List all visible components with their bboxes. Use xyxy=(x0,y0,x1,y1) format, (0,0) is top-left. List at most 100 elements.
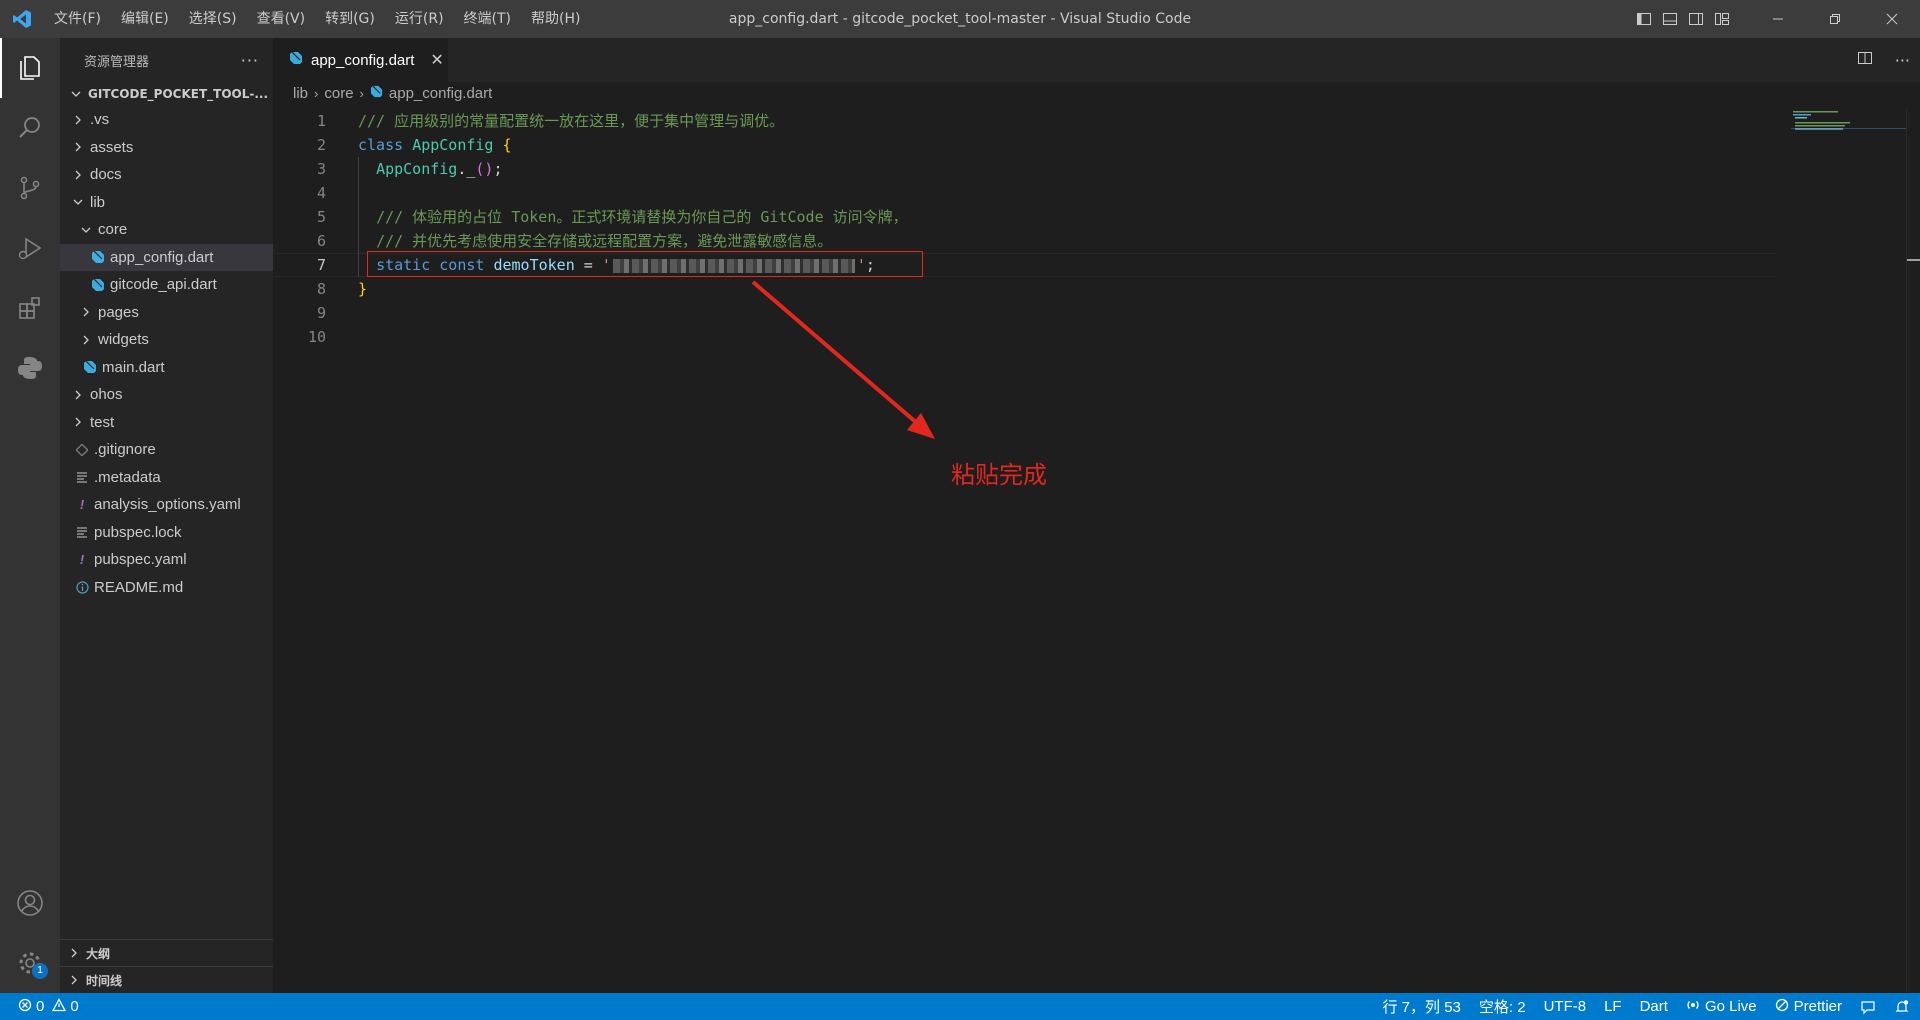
notifications-bell-icon[interactable] xyxy=(1894,999,1910,1015)
prettier-disabled-icon xyxy=(1775,998,1789,1016)
settings-update-badge: 1 xyxy=(32,963,48,979)
tree-file[interactable]: ! analysis_options.yaml xyxy=(60,491,273,519)
yaml-exclamation-icon: ! xyxy=(79,497,85,513)
end-of-line[interactable]: LF xyxy=(1604,998,1622,1015)
timeline-label: 时间线 xyxy=(86,973,123,988)
explorer-title: 资源管理器 xyxy=(84,54,150,70)
tree-file[interactable]: README.md xyxy=(60,574,273,602)
chevron-right-icon xyxy=(66,974,82,986)
go-live-button[interactable]: Go Live xyxy=(1686,998,1757,1016)
cursor-position[interactable]: 行 7，列 53 xyxy=(1383,996,1461,1017)
chevron-down-icon xyxy=(70,196,86,208)
explorer-more-actions-icon[interactable]: ··· xyxy=(241,51,259,70)
menu-item[interactable]: 编辑(E) xyxy=(111,0,179,38)
error-count: 0 xyxy=(36,998,45,1015)
text-lines-icon xyxy=(74,471,90,483)
tree-item-label: pubspec.lock xyxy=(94,523,182,541)
file-tree: .vs assets docs lib core app_config.dartgitco… xyxy=(60,106,273,601)
tree-item-label: ohos xyxy=(90,386,123,404)
dart-file-icon xyxy=(90,278,106,292)
chevron-right-icon xyxy=(78,334,94,346)
restore-icon[interactable] xyxy=(1806,0,1863,38)
chevron-right-icon xyxy=(78,306,94,318)
source-control-icon[interactable] xyxy=(0,158,60,218)
chevron-right-icon xyxy=(66,947,82,959)
tree-file[interactable]: app_config.dart xyxy=(60,243,273,271)
tree-file[interactable]: main.dart xyxy=(60,354,273,382)
tree-folder[interactable]: test xyxy=(60,409,273,437)
text-lines-icon xyxy=(74,526,90,538)
minimap[interactable] xyxy=(1791,109,1906,139)
tree-folder[interactable]: core xyxy=(60,216,273,244)
tree-folder[interactable]: assets xyxy=(60,134,273,162)
dart-file-icon xyxy=(82,360,98,374)
dart-file-icon xyxy=(90,250,106,264)
minimize-icon[interactable] xyxy=(1749,0,1806,38)
go-live-label: Go Live xyxy=(1704,998,1757,1015)
menu-item[interactable]: 运行(R) xyxy=(385,0,454,38)
tree-folder[interactable]: pages xyxy=(60,299,273,327)
tree-file[interactable]: .metadata xyxy=(60,464,273,492)
customize-layout-icon[interactable] xyxy=(1709,0,1735,38)
warning-count: 0 xyxy=(70,998,79,1015)
chevron-right-icon xyxy=(70,389,86,401)
menu-item[interactable]: 转到(G) xyxy=(315,0,385,38)
close-icon[interactable] xyxy=(1863,0,1920,38)
outline-section[interactable]: 大纲 xyxy=(60,939,273,966)
search-icon[interactable] xyxy=(0,98,60,158)
tree-folder[interactable]: .vs xyxy=(60,106,273,134)
toggle-panel-icon[interactable] xyxy=(1657,0,1683,38)
tree-item-label: .metadata xyxy=(94,468,161,486)
python-icon[interactable] xyxy=(0,338,60,398)
title-bar: 文件(F) 编辑(E) 选择(S) 查看(V) 转到(G) 运行(R) 终端(T) 帮助(H)… xyxy=(0,0,1920,38)
status-bar: 0 0 行 7，列 53 空格: 2 UTF-8 LF Dart Go Live… xyxy=(0,993,1920,1020)
workspace-folder-name: GITCODE_POCKET_TOOL-... xyxy=(88,87,269,101)
encoding[interactable]: UTF-8 xyxy=(1544,998,1587,1015)
toggle-primary-sidebar-icon[interactable] xyxy=(1631,0,1657,38)
tree-item-label: README.md xyxy=(94,578,184,596)
tree-file[interactable]: gitcode_api.dart xyxy=(60,271,273,299)
tree-folder[interactable]: docs xyxy=(60,161,273,189)
workspace-folder-header[interactable]: GITCODE_POCKET_TOOL-... xyxy=(60,82,273,106)
menu-item[interactable]: 帮助(H) xyxy=(521,0,590,38)
tree-item-label: docs xyxy=(90,166,122,184)
settings-gear-icon[interactable]: 1 xyxy=(0,933,60,993)
tree-item-label: lib xyxy=(90,193,106,211)
run-debug-icon[interactable] xyxy=(0,218,60,278)
annotation-text: 粘贴完成 xyxy=(951,461,1047,489)
yaml-exclamation-icon: ! xyxy=(79,552,85,568)
menu-item[interactable]: 文件(F) xyxy=(44,0,111,38)
feedback-icon[interactable] xyxy=(1860,999,1876,1015)
window-title: app_config.dart - gitcode_pocket_tool-ma… xyxy=(728,11,1192,27)
tree-file[interactable]: pubspec.lock xyxy=(60,519,273,547)
chevron-right-icon xyxy=(70,169,86,181)
scrollbar-cursor-marker xyxy=(1907,259,1920,261)
menu-item[interactable]: 查看(V) xyxy=(247,0,316,38)
explorer-icon[interactable] xyxy=(0,38,60,98)
chevron-right-icon xyxy=(70,416,86,428)
menu-item[interactable]: 选择(S) xyxy=(179,0,247,38)
menu-item[interactable]: 终端(T) xyxy=(454,0,521,38)
tree-file[interactable]: .gitignore xyxy=(60,436,273,464)
toggle-secondary-sidebar-icon[interactable] xyxy=(1683,0,1709,38)
vertical-scrollbar[interactable] xyxy=(1906,109,1920,993)
extensions-icon[interactable] xyxy=(0,278,60,338)
timeline-section[interactable]: 时间线 xyxy=(60,966,273,993)
git-file-icon xyxy=(74,443,90,456)
outline-label: 大纲 xyxy=(86,946,111,961)
indentation[interactable]: 空格: 2 xyxy=(1479,996,1526,1017)
chevron-down-icon xyxy=(68,88,84,100)
info-icon xyxy=(74,581,90,594)
tree-folder[interactable]: widgets xyxy=(60,326,273,354)
prettier-button[interactable]: Prettier xyxy=(1775,998,1842,1016)
language-mode[interactable]: Dart xyxy=(1640,998,1668,1015)
tree-item-label: app_config.dart xyxy=(110,248,214,266)
problems-indicator[interactable]: 0 0 xyxy=(0,997,79,1016)
tree-folder[interactable]: ohos xyxy=(60,381,273,409)
tree-file[interactable]: ! pubspec.yaml xyxy=(60,546,273,574)
tree-item-label: core xyxy=(98,221,128,239)
explorer-sidebar: 资源管理器 ··· GITCODE_POCKET_TOOL-... .vs ass… xyxy=(60,38,273,993)
tree-folder[interactable]: lib xyxy=(60,189,273,217)
tree-item-label: pages xyxy=(98,303,139,321)
account-icon[interactable] xyxy=(0,873,60,933)
